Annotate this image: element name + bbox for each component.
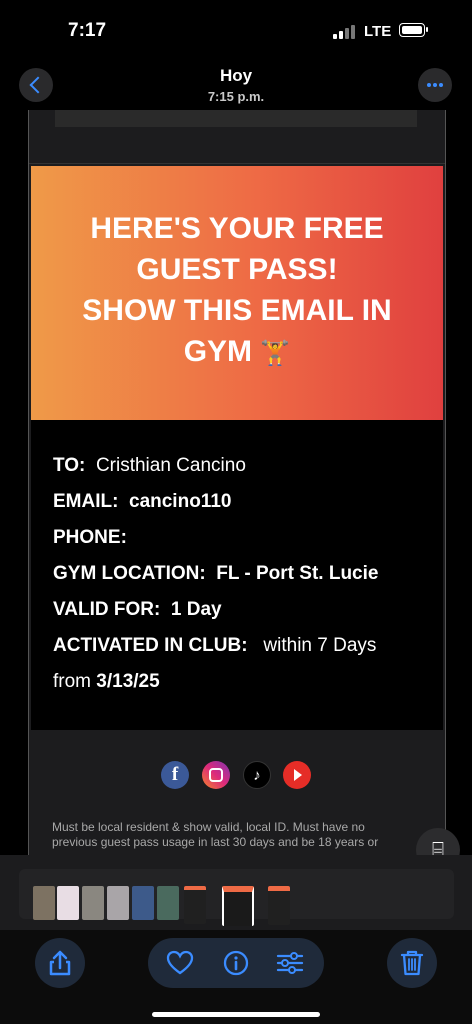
location-label: GYM LOCATION: (53, 563, 206, 584)
valid-label: VALID FOR: (53, 599, 161, 620)
email-label: EMAIL: (53, 491, 119, 512)
disclaimer-text: Must be local resident & show valid, loc… (52, 820, 379, 849)
weightlifter-icon: 🏋 (260, 339, 291, 367)
facebook-icon[interactable]: f (161, 761, 189, 789)
status-bar: 7:17 LTE (0, 0, 472, 58)
phone-row: PHONE: (53, 526, 127, 550)
banner-headline: HERE'S YOUR FREE GUEST PASS! SHOW THIS E… (31, 208, 443, 374)
thumbnail[interactable] (82, 886, 104, 920)
thumbnail[interactable] (157, 886, 179, 920)
to-row: TO: Cristhian Cancino (53, 454, 246, 478)
share-icon (49, 950, 71, 976)
info-icon[interactable] (223, 950, 249, 976)
ellipsis-icon (427, 83, 431, 87)
photo-header: Hoy 7:15 p.m. (0, 58, 472, 110)
trash-icon (400, 950, 424, 976)
network-label: LTE (364, 23, 392, 40)
delete-button[interactable] (387, 938, 437, 988)
heart-icon[interactable] (166, 950, 194, 976)
location-row: GYM LOCATION: FL - Port St. Lucie (53, 562, 378, 586)
banner-line-1: HERE'S YOUR FREE (90, 212, 384, 245)
header-subtitle: 7:15 p.m. (207, 89, 265, 104)
header-title: Hoy (219, 66, 253, 85)
home-indicator (152, 1012, 320, 1017)
battery-icon (399, 23, 428, 37)
thumbnail[interactable] (57, 886, 79, 920)
action-pill (148, 938, 324, 988)
phone-label: PHONE: (53, 527, 127, 548)
pass-details: TO: Cristhian Cancino EMAIL: cancino110 … (31, 420, 443, 730)
from-row: from 3/13/25 (53, 670, 160, 694)
activated-value: within 7 Days (263, 635, 377, 656)
signal-icon (333, 25, 355, 39)
valid-value: 1 Day (170, 599, 222, 620)
location-value: FL - Port St. Lucie (216, 563, 379, 584)
status-time: 7:17 (68, 20, 107, 41)
youtube-icon[interactable] (283, 761, 311, 789)
banner-line-4: GYM (183, 335, 253, 368)
valid-row: VALID FOR: 1 Day (53, 598, 222, 622)
instagram-icon[interactable] (202, 761, 230, 789)
sliders-icon[interactable] (276, 950, 304, 976)
social-footer: f ♪ Must be local resident & show valid,… (29, 730, 445, 855)
share-button[interactable] (35, 938, 85, 988)
thumbnail[interactable] (268, 886, 290, 925)
to-label: TO: (53, 455, 86, 476)
banner-line-2: GUEST PASS! (136, 253, 338, 286)
email-value: cancino110 (129, 491, 232, 512)
activated-row: ACTIVATED IN CLUB: within 7 Days (53, 634, 376, 658)
email-row: EMAIL: cancino110 (53, 490, 231, 514)
banner-line-3: SHOW THIS EMAIL IN (82, 294, 392, 327)
email-screenshot: HERE'S YOUR FREE GUEST PASS! SHOW THIS E… (28, 110, 446, 855)
thumbnail[interactable] (184, 886, 206, 924)
tiktok-icon[interactable]: ♪ (243, 761, 271, 789)
thumbnail[interactable] (132, 886, 154, 920)
more-button[interactable] (418, 68, 452, 102)
from-value: 3/13/25 (96, 671, 160, 692)
thumbnail-strip[interactable] (0, 855, 472, 930)
activated-label: ACTIVATED IN CLUB: (53, 635, 248, 656)
from-label: from (53, 671, 91, 692)
to-value: Cristhian Cancino (95, 455, 246, 476)
divider (29, 163, 445, 164)
bottom-toolbar (0, 930, 472, 1024)
thumbnail[interactable] (33, 886, 55, 920)
thumbnail-selected[interactable] (222, 886, 254, 926)
thumbnail[interactable] (107, 886, 129, 920)
top-strip (55, 110, 417, 127)
guest-pass-banner: HERE'S YOUR FREE GUEST PASS! SHOW THIS E… (31, 166, 443, 420)
